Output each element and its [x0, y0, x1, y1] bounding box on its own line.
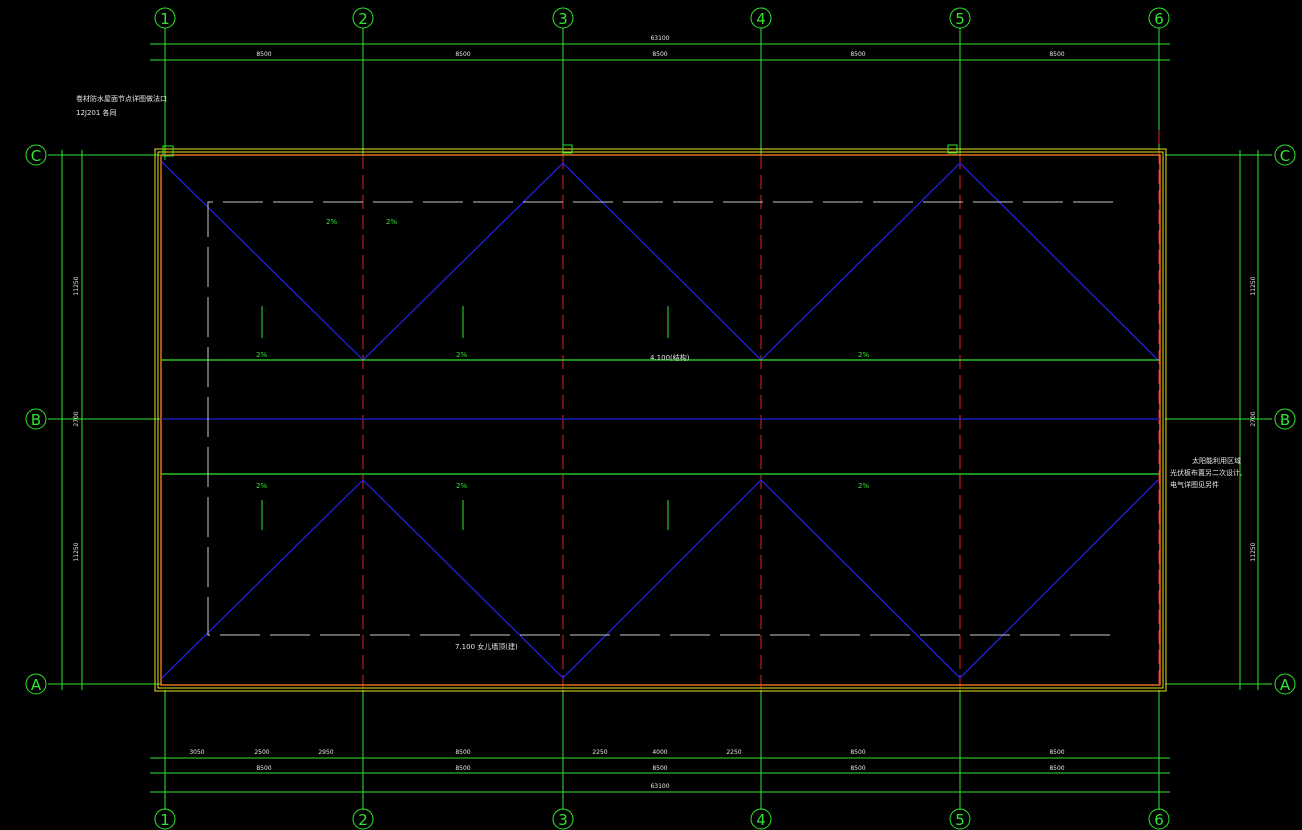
roof-ridge-lines: [161, 161, 1160, 679]
roof-break-lines: [161, 359, 1160, 475]
roof-plan-drawing: [48, 28, 1272, 810]
dimension-lines: [61, 43, 1259, 793]
parapet-outline: [154, 148, 1167, 692]
slope-arrows: [261, 306, 669, 530]
interior-grid-lines: [362, 130, 1160, 690]
